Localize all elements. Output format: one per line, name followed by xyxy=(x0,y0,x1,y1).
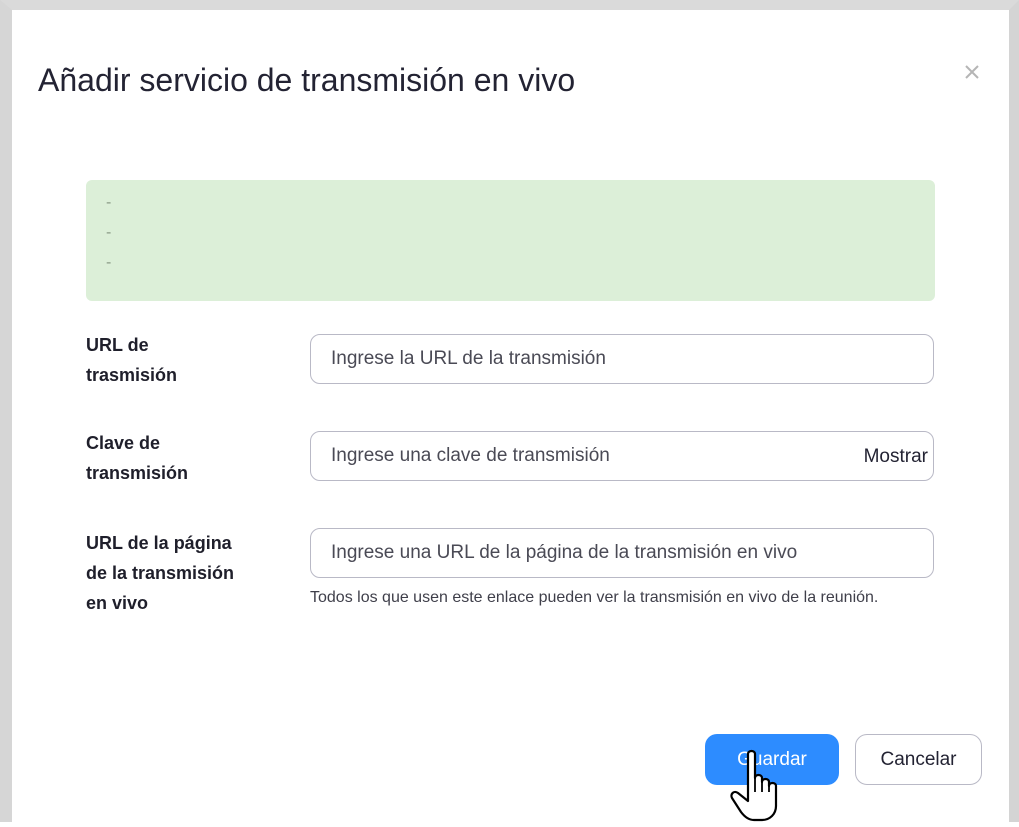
page-url-label-line: URL de la página xyxy=(86,533,232,553)
stream-key-label-line: transmisión xyxy=(86,463,189,483)
show-key-button[interactable]: Mostrar xyxy=(834,434,934,480)
stream-url-input[interactable] xyxy=(310,334,934,384)
dialog-title: Añadir servicio de transmisión en vivo xyxy=(38,62,576,98)
notice-box: - - - xyxy=(86,180,935,301)
page-url-label-line: de la transmisión xyxy=(86,563,235,583)
stream-url-label: URL de trasmisión xyxy=(86,330,177,390)
notice-line: - xyxy=(106,194,112,211)
stream-url-label-line: trasmisión xyxy=(86,365,178,385)
page-url-helper-text: Todos los que usen este enlace pueden ve… xyxy=(310,589,879,606)
save-button[interactable]: Guardar xyxy=(705,734,839,785)
stream-key-label: Clave de transmisión xyxy=(86,428,188,488)
stream-key-label-line: Clave de xyxy=(86,433,161,453)
close-icon[interactable] xyxy=(960,60,984,84)
page-url-input[interactable] xyxy=(310,528,934,578)
stream-url-label-line: URL de xyxy=(86,335,149,355)
cancel-button[interactable]: Cancelar xyxy=(855,734,982,785)
page-url-label-line: en vivo xyxy=(86,593,149,613)
page-url-label: URL de la página de la transmisión en vi… xyxy=(86,528,234,618)
notice-line: - xyxy=(106,254,112,271)
notice-line: - xyxy=(106,224,112,241)
live-stream-dialog: Añadir servicio de transmisión en vivo -… xyxy=(0,0,1019,822)
